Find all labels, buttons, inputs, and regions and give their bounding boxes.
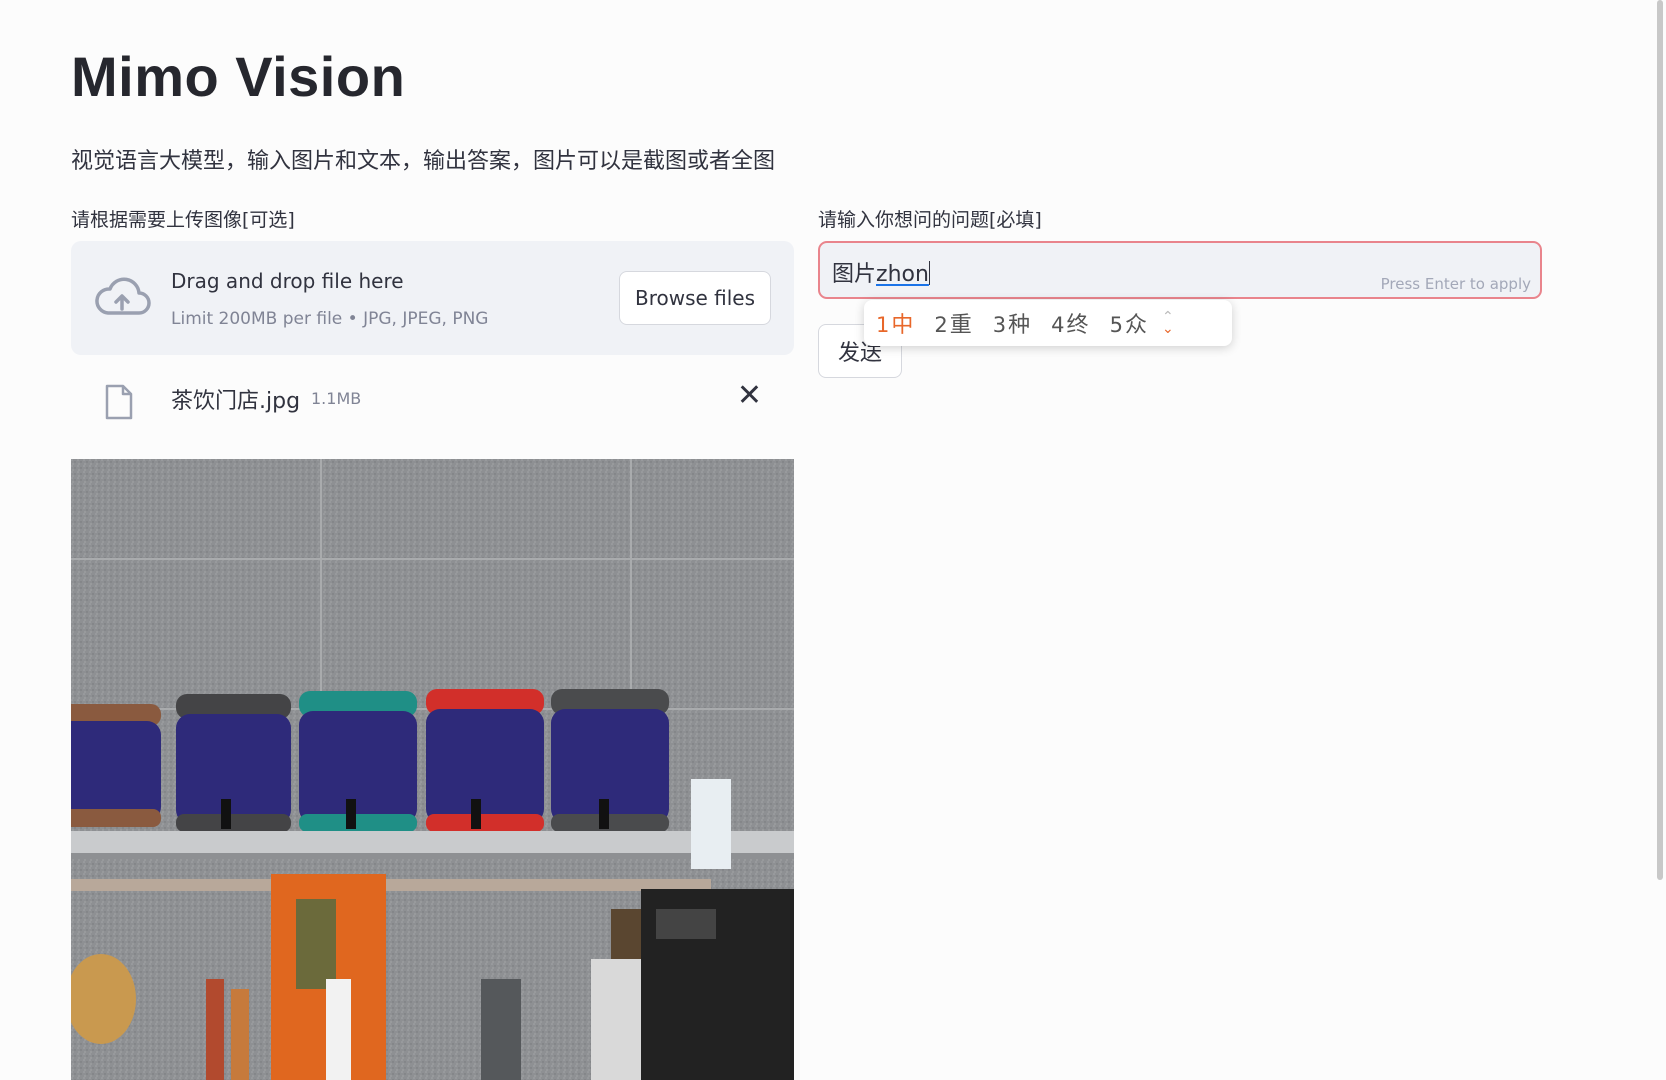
ime-candidate-popup: 1中 2重 3种 4终 5众 ⌃ ⌄ <box>864 300 1232 346</box>
question-input-value: 图片zhon <box>832 256 930 288</box>
chevron-down-icon[interactable]: ⌄ <box>1162 322 1174 336</box>
ime-candidate[interactable]: 2重 <box>934 307 971 339</box>
question-input[interactable]: 图片zhon Press Enter to apply <box>818 241 1542 299</box>
committed-text: 图片 <box>832 262 877 287</box>
input-hint: Press Enter to apply <box>1380 275 1531 293</box>
ime-candidate[interactable]: 5众 <box>1110 307 1147 339</box>
page-title: Mimo Vision <box>71 45 406 108</box>
file-size: 1.1MB <box>311 389 362 408</box>
page-subtitle: 视觉语言大模型，输入图片和文本，输出答案，图片可以是截图或者全图 <box>71 149 776 174</box>
text-caret <box>928 261 930 285</box>
uploaded-file-row: 茶饮门店.jpg 1.1MB ✕ <box>71 375 794 425</box>
dropzone-limit: Limit 200MB per file • JPG, JPEG, PNG <box>171 309 489 329</box>
question-label: 请输入你想问的问题[必填] <box>818 209 1042 231</box>
ime-candidate[interactable]: 4终 <box>1051 307 1088 339</box>
remove-file-icon[interactable]: ✕ <box>737 381 762 411</box>
tea-shop-photo <box>71 459 794 1080</box>
ime-candidate[interactable]: 3种 <box>993 307 1030 339</box>
ime-candidate[interactable]: 1中 <box>876 307 913 339</box>
upload-label: 请根据需要上传图像[可选] <box>71 209 295 231</box>
cloud-upload-icon <box>95 277 151 315</box>
file-dropzone[interactable]: Drag and drop file here Limit 200MB per … <box>71 241 794 355</box>
ime-page-arrows[interactable]: ⌃ ⌄ <box>1162 310 1174 336</box>
dropzone-title: Drag and drop file here <box>171 269 404 293</box>
browse-files-button[interactable]: Browse files <box>619 271 771 325</box>
file-name: 茶饮门店.jpg <box>171 389 301 414</box>
page-scrollbar[interactable] <box>1657 0 1663 880</box>
composing-text: zhon <box>876 262 929 287</box>
uploaded-image-preview <box>71 459 794 1080</box>
file-icon <box>105 384 133 420</box>
